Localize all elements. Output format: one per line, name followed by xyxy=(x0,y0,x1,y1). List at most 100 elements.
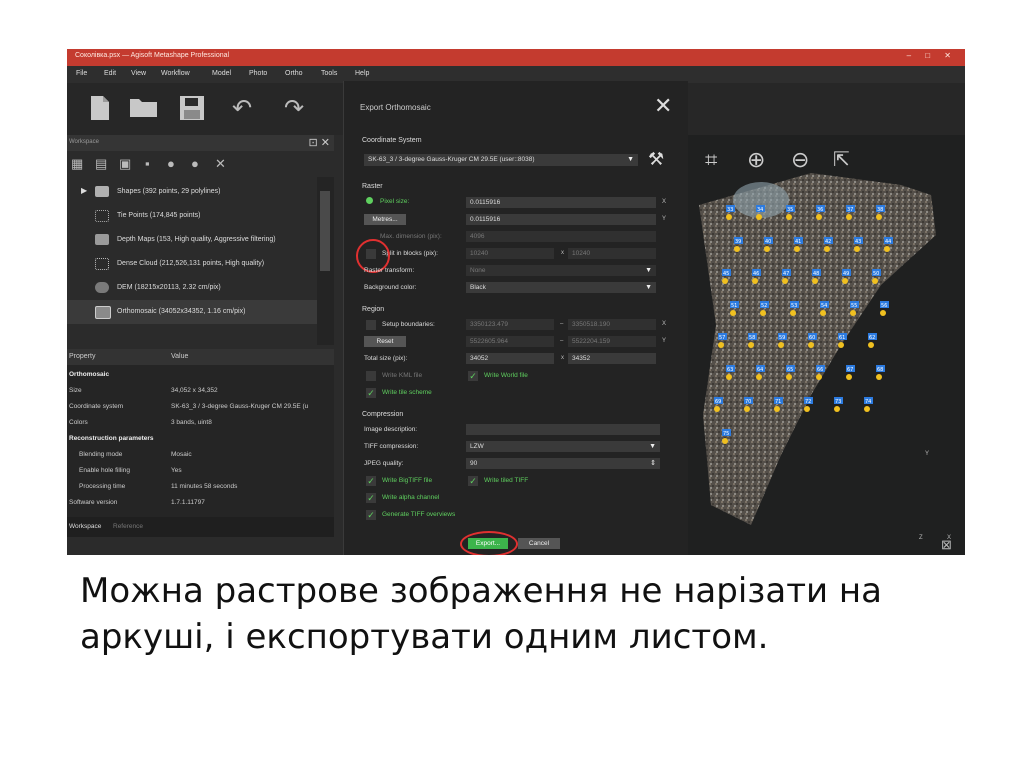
ortho-marker-label: 46 xyxy=(753,271,759,277)
tree-item-label: Depth Maps (153, High quality, Aggressiv… xyxy=(117,236,276,243)
property-row: Reconstruction parameters xyxy=(69,435,154,442)
scrollbar-thumb[interactable] xyxy=(320,191,330,271)
menu-edit[interactable]: Edit xyxy=(104,70,116,77)
workspace-scrollbar[interactable] xyxy=(317,177,334,345)
tab-workspace[interactable]: Workspace xyxy=(69,523,101,530)
background-color-select[interactable]: Black ▼ xyxy=(466,282,656,293)
image-description-field[interactable] xyxy=(466,424,660,435)
menu-model[interactable]: Model xyxy=(212,70,231,77)
generate-overviews-checkbox[interactable]: ✓ xyxy=(366,510,376,520)
axis-label-y: Y xyxy=(925,451,930,457)
tree-item-shapes[interactable]: ▶ Shapes (392 points, 29 polylines) xyxy=(67,180,317,204)
ortho-marker xyxy=(872,278,878,284)
ortho-marker xyxy=(850,310,856,316)
redo-icon[interactable]: ↷ xyxy=(279,95,309,123)
pixel-size-y-field[interactable]: 0.0115916 xyxy=(466,214,656,225)
pixel-size-radio[interactable] xyxy=(366,197,373,204)
new-document-icon[interactable] xyxy=(85,95,115,123)
add-marker-icon[interactable]: ▣ xyxy=(119,156,131,172)
write-world-checkbox[interactable]: ✓ xyxy=(468,371,478,381)
write-bigtiff-checkbox[interactable]: ✓ xyxy=(366,476,376,486)
boundary-x1-field[interactable]: 3350123.479 xyxy=(466,319,554,330)
menu-tools[interactable]: Tools xyxy=(321,70,337,77)
menu-photo[interactable]: Photo xyxy=(249,70,267,77)
menu-view[interactable]: View xyxy=(131,70,146,77)
ortho-marker xyxy=(744,406,750,412)
ortho-marker xyxy=(764,246,770,252)
add-chunk-icon[interactable]: ▦ xyxy=(71,156,83,172)
remove-icon[interactable]: ✕ xyxy=(215,156,226,172)
disable-icon[interactable]: ● xyxy=(191,156,199,171)
region-section: Region xyxy=(362,306,385,313)
ortho-marker xyxy=(774,406,780,412)
enable-icon[interactable]: ● xyxy=(167,156,175,171)
write-tiled-tiff-checkbox[interactable]: ✓ xyxy=(468,476,478,486)
close-icon[interactable]: ✕ xyxy=(654,93,672,119)
raster-transform-select[interactable]: None ▼ xyxy=(466,265,656,276)
ortho-marker-label: 67 xyxy=(847,367,853,373)
ortho-marker xyxy=(748,342,754,348)
split-blocks-y-field[interactable]: 10240 xyxy=(568,248,656,259)
ortho-marker-label: 72 xyxy=(805,399,811,405)
coordinate-system-select[interactable]: SK-63_3 / 3-degree Gauss-Kruger CM 29.5E… xyxy=(364,154,638,166)
total-size-x-field[interactable]: 34052 xyxy=(466,353,554,364)
range-dash: – xyxy=(560,338,564,344)
total-size-y-field[interactable]: 34352 xyxy=(568,353,656,364)
reset-button[interactable]: Reset xyxy=(364,336,406,347)
settings-wrench-icon[interactable]: ⚒ xyxy=(648,149,664,170)
menu-ortho[interactable]: Ortho xyxy=(285,70,303,77)
menu-help[interactable]: Help xyxy=(355,70,369,77)
tab-reference[interactable]: Reference xyxy=(113,523,143,530)
boundary-x2-field[interactable]: 3350518.190 xyxy=(568,319,656,330)
depth-maps-icon xyxy=(95,234,109,245)
property-row: Processing time 11 minutes 58 seconds xyxy=(79,483,238,490)
tree-item-orthomosaic[interactable]: Orthomosaic (34052x34352, 1.16 cm/pix) xyxy=(67,300,317,324)
ortho-marker xyxy=(812,278,818,284)
ortho-marker xyxy=(756,214,762,220)
ortho-marker-label: 35 xyxy=(787,207,793,213)
ortho-marker-label: 65 xyxy=(787,367,793,373)
view-toggle-icon[interactable]: ⊠ xyxy=(941,537,952,553)
ortho-marker-label: 73 xyxy=(835,399,841,405)
write-tile-scheme-checkbox[interactable]: ✓ xyxy=(366,388,376,398)
ortho-marker xyxy=(834,406,840,412)
window-controls[interactable]: – □ ✕ xyxy=(907,51,957,60)
undo-icon[interactable]: ↶ xyxy=(227,95,257,123)
split-blocks-x-field[interactable]: 10240 xyxy=(466,248,554,259)
max-dimension-field[interactable]: 4096 xyxy=(466,231,656,242)
tree-item-dense-cloud[interactable]: Dense Cloud (212,526,131 points, High qu… xyxy=(67,252,317,276)
ortho-marker-label: 68 xyxy=(877,367,883,373)
write-kml-checkbox[interactable] xyxy=(366,371,376,381)
model-viewport[interactable]: ⌗ ⊕ ⊖ ⇱ 33 34 35 36 37 38 39 40 41 42 43 44 45 46 47 48… xyxy=(681,135,965,555)
tree-item-tie-points[interactable]: Tie Points (174,845 points) xyxy=(67,204,317,228)
boundary-y1-field[interactable]: 5522605.964 xyxy=(466,336,554,347)
metres-button[interactable]: Metres... xyxy=(364,214,406,225)
expand-arrow-icon[interactable]: ▶ xyxy=(81,186,87,195)
tree-item-depth-maps[interactable]: Depth Maps (153, High quality, Aggressiv… xyxy=(67,228,317,252)
y-axis-label: Y xyxy=(662,216,667,222)
menu-file[interactable]: File xyxy=(76,70,87,77)
save-icon[interactable] xyxy=(177,95,207,123)
size-times-sign: x xyxy=(561,355,564,361)
boundary-y2-field[interactable]: 5522204.159 xyxy=(568,336,656,347)
open-folder-icon[interactable] xyxy=(129,95,159,123)
tie-points-icon xyxy=(95,210,109,222)
add-photos-icon[interactable]: ▤ xyxy=(95,156,107,172)
ortho-marker-label: 66 xyxy=(817,367,823,373)
ortho-marker-label: 57 xyxy=(719,335,725,341)
properties-panel: Property Value Orthomosaic Size 34,052 x … xyxy=(67,349,334,519)
panel-controls[interactable]: ⊡ ✕ xyxy=(309,136,331,149)
ortho-marker-label: 63 xyxy=(727,367,733,373)
pixel-size-x-field[interactable]: 0.0115916 xyxy=(466,197,656,208)
tiff-compression-select[interactable]: LZW ▼ xyxy=(466,441,660,452)
write-alpha-checkbox[interactable]: ✓ xyxy=(366,493,376,503)
jpeg-quality-stepper[interactable]: 90 ⇕ xyxy=(466,458,660,469)
setup-boundaries-checkbox[interactable] xyxy=(366,320,376,330)
ortho-marker-label: 45 xyxy=(723,271,729,277)
raster-section: Raster xyxy=(362,183,383,190)
property-row: Software version 1.7.1.11797 xyxy=(69,499,205,506)
add-folder-icon[interactable]: ▪ xyxy=(145,156,150,171)
menu-workflow[interactable]: Workflow xyxy=(161,70,190,77)
tree-item-dem[interactable]: DEM (18215x20113, 2.32 cm/pix) xyxy=(67,276,317,300)
cancel-button[interactable]: Cancel xyxy=(518,538,560,549)
